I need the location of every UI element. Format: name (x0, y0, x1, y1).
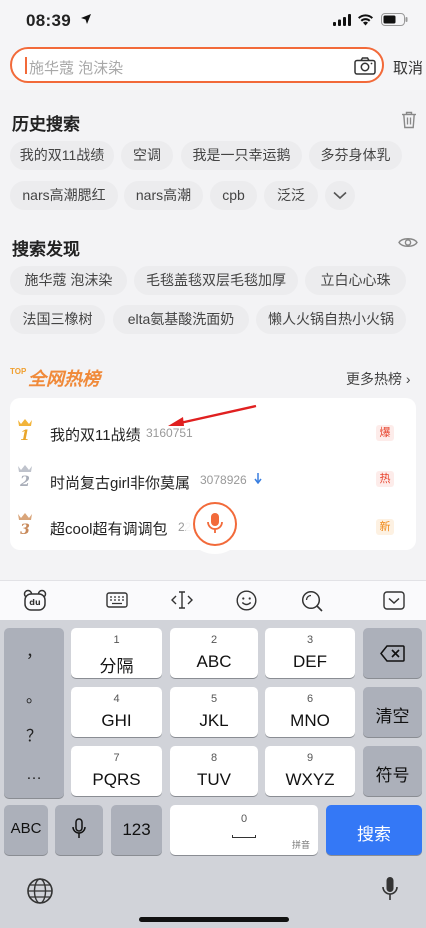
svg-text:2: 2 (19, 474, 30, 488)
expand-history-button[interactable] (325, 181, 355, 210)
chevron-down-icon (333, 191, 347, 200)
keyboard-microphone-icon[interactable] (382, 876, 398, 902)
history-chip[interactable]: 泛泛 (264, 181, 318, 210)
key-4[interactable]: 4 GHI (71, 687, 162, 737)
hot-item-title: 超cool超有调调包 (50, 521, 168, 538)
rank-2-icon: 2 (18, 465, 32, 488)
hot-tag-badge: 新 (376, 519, 394, 535)
hot-item-count: 3160751 (146, 426, 193, 440)
annotation-arrow-icon (168, 404, 257, 426)
key-5[interactable]: 5 JKL (170, 687, 258, 737)
punct-question-key[interactable]: ？ (4, 722, 64, 746)
eye-icon[interactable] (398, 236, 418, 249)
trash-icon[interactable] (401, 111, 417, 129)
history-chip[interactable]: cpb (210, 181, 257, 210)
dictation-key[interactable] (55, 805, 103, 855)
microphone-icon (207, 513, 223, 533)
key-2[interactable]: 2 ABC (170, 628, 258, 678)
trend-down-icon (254, 473, 262, 484)
cancel-button[interactable]: 取消 (393, 57, 423, 78)
keyboard-layout-icon[interactable] (106, 592, 128, 608)
discover-title: 搜索发现 (12, 240, 80, 259)
history-chip[interactable]: 我的双11战绩 (10, 141, 114, 170)
punct-comma-key[interactable]: ， (4, 638, 64, 662)
punct-ellipsis-key[interactable]: … (4, 766, 64, 784)
search-row: 施华蔻 泡沫染 取消 (0, 42, 426, 90)
clear-key[interactable]: 清空 (363, 687, 422, 737)
key-9[interactable]: 9 WXYZ (265, 746, 355, 796)
key-1[interactable]: 1 分隔 (71, 628, 162, 678)
wifi-icon (358, 14, 373, 26)
battery-icon (381, 13, 408, 26)
discover-chip[interactable]: 施华蔻 泡沫染 (10, 266, 127, 295)
discover-chip[interactable]: 懒人火锅自热小火锅 (256, 305, 406, 334)
history-chip[interactable]: 我是一只幸运鹅 (181, 141, 302, 170)
status-time: 08:39 (26, 11, 71, 30)
discover-chip[interactable]: 法国三橡树 (10, 305, 105, 334)
cellular-signal-icon (333, 14, 351, 26)
globe-icon[interactable] (26, 877, 54, 905)
hot-tag-badge: 爆 (376, 425, 394, 441)
location-arrow-icon (81, 14, 91, 24)
space-key[interactable]: 0 拼音 (170, 805, 318, 855)
voice-search-button[interactable] (193, 502, 237, 546)
hot-item-count: 22 (178, 520, 192, 534)
emoji-icon[interactable] (236, 590, 257, 611)
symbol-key[interactable]: 符号 (363, 746, 422, 796)
search-key[interactable]: 搜索 (326, 805, 422, 855)
svg-text:3: 3 (20, 522, 30, 536)
abc-key[interactable]: ABC (4, 805, 48, 855)
rank-3-icon: 3 (18, 513, 32, 536)
discover-chip[interactable]: 毛毯盖毯双层毛毯加厚 (134, 266, 298, 295)
home-indicator (139, 917, 289, 922)
hot-item-count: 3078926 (200, 473, 247, 487)
discover-chip[interactable]: elta氨基酸洗面奶 (113, 305, 249, 334)
key-3[interactable]: 3 DEF (265, 628, 355, 678)
backspace-icon (380, 645, 405, 662)
search-input[interactable]: 施华蔻 泡沫染 (10, 47, 384, 83)
rank-1-icon: 1 (18, 419, 32, 442)
hot-item-title: 我的双11战绩 (50, 427, 141, 444)
camera-icon[interactable] (354, 57, 376, 75)
history-chip[interactable]: nars高潮 (124, 181, 203, 210)
keyboard-toolbar: du (0, 580, 426, 620)
discover-chip[interactable]: 立白心心珠 (305, 266, 406, 295)
key-7[interactable]: 7 PQRS (71, 746, 162, 796)
keyboard-logo-icon[interactable]: du (23, 589, 47, 611)
punct-period-key[interactable]: 。 (4, 683, 64, 707)
key-6[interactable]: 6 MNO (265, 687, 355, 737)
search-placeholder: 施华蔻 泡沫染 (29, 60, 124, 77)
status-bar: 08:39 (0, 0, 426, 42)
svg-text:du: du (29, 598, 41, 607)
punctuation-column[interactable]: ， 。 ？ … (4, 628, 64, 798)
svg-text:1: 1 (20, 428, 30, 442)
history-chip[interactable]: 多芬身体乳 (309, 141, 402, 170)
history-chip[interactable]: nars高潮腮红 (10, 181, 118, 210)
microphone-icon (72, 818, 86, 838)
hot-tag-badge: 热 (376, 471, 394, 487)
search-icon[interactable] (301, 590, 323, 612)
backspace-key[interactable] (363, 628, 422, 678)
cursor-move-icon[interactable] (171, 591, 193, 609)
text-cursor (25, 57, 27, 74)
space-bar-glyph (232, 835, 256, 838)
history-chip[interactable]: 空调 (121, 141, 173, 170)
hot-item-title: 时尚复古girl非你莫属 (50, 475, 191, 492)
more-hot-link[interactable]: 更多热榜 › (346, 369, 411, 389)
history-title: 历史搜索 (12, 115, 80, 134)
key-8[interactable]: 8 TUV (170, 746, 258, 796)
number-key[interactable]: 123 (111, 805, 162, 855)
hide-keyboard-icon[interactable] (383, 591, 405, 610)
